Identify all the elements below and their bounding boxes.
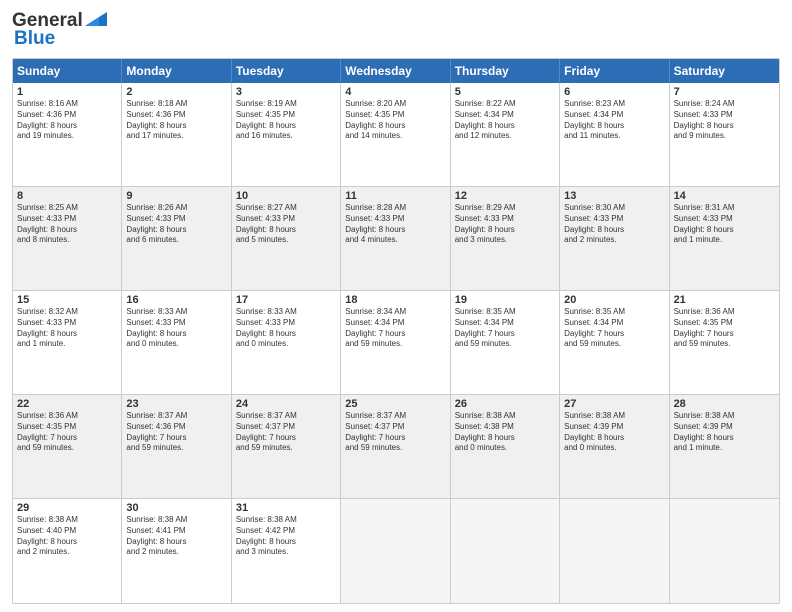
calendar-cell: 31Sunrise: 8:38 AMSunset: 4:42 PMDayligh… — [232, 499, 341, 603]
calendar-cell — [670, 499, 779, 603]
header-day-tuesday: Tuesday — [232, 59, 341, 83]
calendar-cell: 24Sunrise: 8:37 AMSunset: 4:37 PMDayligh… — [232, 395, 341, 498]
calendar-week-2: 8Sunrise: 8:25 AMSunset: 4:33 PMDaylight… — [13, 187, 779, 291]
calendar-cell — [560, 499, 669, 603]
calendar-cell: 5Sunrise: 8:22 AMSunset: 4:34 PMDaylight… — [451, 83, 560, 186]
calendar-cell: 2Sunrise: 8:18 AMSunset: 4:36 PMDaylight… — [122, 83, 231, 186]
header-day-thursday: Thursday — [451, 59, 560, 83]
calendar-cell — [341, 499, 450, 603]
calendar-cell: 21Sunrise: 8:36 AMSunset: 4:35 PMDayligh… — [670, 291, 779, 394]
header-day-monday: Monday — [122, 59, 231, 83]
calendar-cell: 7Sunrise: 8:24 AMSunset: 4:33 PMDaylight… — [670, 83, 779, 186]
calendar-cell: 15Sunrise: 8:32 AMSunset: 4:33 PMDayligh… — [13, 291, 122, 394]
header-day-sunday: Sunday — [13, 59, 122, 83]
calendar-cell: 26Sunrise: 8:38 AMSunset: 4:38 PMDayligh… — [451, 395, 560, 498]
calendar-cell: 27Sunrise: 8:38 AMSunset: 4:39 PMDayligh… — [560, 395, 669, 498]
calendar-cell: 14Sunrise: 8:31 AMSunset: 4:33 PMDayligh… — [670, 187, 779, 290]
logo: General Blue — [12, 10, 107, 50]
calendar-cell: 8Sunrise: 8:25 AMSunset: 4:33 PMDaylight… — [13, 187, 122, 290]
calendar-body: 1Sunrise: 8:16 AMSunset: 4:36 PMDaylight… — [13, 83, 779, 603]
calendar-cell: 9Sunrise: 8:26 AMSunset: 4:33 PMDaylight… — [122, 187, 231, 290]
header: General Blue — [12, 10, 780, 50]
calendar-cell: 4Sunrise: 8:20 AMSunset: 4:35 PMDaylight… — [341, 83, 450, 186]
calendar-week-3: 15Sunrise: 8:32 AMSunset: 4:33 PMDayligh… — [13, 291, 779, 395]
calendar-cell: 30Sunrise: 8:38 AMSunset: 4:41 PMDayligh… — [122, 499, 231, 603]
calendar-cell: 10Sunrise: 8:27 AMSunset: 4:33 PMDayligh… — [232, 187, 341, 290]
calendar-cell — [451, 499, 560, 603]
calendar-cell: 13Sunrise: 8:30 AMSunset: 4:33 PMDayligh… — [560, 187, 669, 290]
calendar-cell: 19Sunrise: 8:35 AMSunset: 4:34 PMDayligh… — [451, 291, 560, 394]
calendar: SundayMondayTuesdayWednesdayThursdayFrid… — [12, 58, 780, 604]
calendar-cell: 22Sunrise: 8:36 AMSunset: 4:35 PMDayligh… — [13, 395, 122, 498]
calendar-cell: 20Sunrise: 8:35 AMSunset: 4:34 PMDayligh… — [560, 291, 669, 394]
calendar-header: SundayMondayTuesdayWednesdayThursdayFrid… — [13, 59, 779, 83]
calendar-week-1: 1Sunrise: 8:16 AMSunset: 4:36 PMDaylight… — [13, 83, 779, 187]
header-day-saturday: Saturday — [670, 59, 779, 83]
logo-blue: Blue — [14, 28, 55, 50]
calendar-cell: 29Sunrise: 8:38 AMSunset: 4:40 PMDayligh… — [13, 499, 122, 603]
calendar-cell: 23Sunrise: 8:37 AMSunset: 4:36 PMDayligh… — [122, 395, 231, 498]
logo-bird-icon — [85, 12, 107, 26]
calendar-cell: 16Sunrise: 8:33 AMSunset: 4:33 PMDayligh… — [122, 291, 231, 394]
calendar-cell: 6Sunrise: 8:23 AMSunset: 4:34 PMDaylight… — [560, 83, 669, 186]
calendar-cell: 11Sunrise: 8:28 AMSunset: 4:33 PMDayligh… — [341, 187, 450, 290]
calendar-cell: 12Sunrise: 8:29 AMSunset: 4:33 PMDayligh… — [451, 187, 560, 290]
calendar-week-4: 22Sunrise: 8:36 AMSunset: 4:35 PMDayligh… — [13, 395, 779, 499]
page-container: General Blue SundayMondayTuesdayWednesda… — [0, 0, 792, 612]
calendar-cell: 1Sunrise: 8:16 AMSunset: 4:36 PMDaylight… — [13, 83, 122, 186]
calendar-cell: 28Sunrise: 8:38 AMSunset: 4:39 PMDayligh… — [670, 395, 779, 498]
calendar-cell: 25Sunrise: 8:37 AMSunset: 4:37 PMDayligh… — [341, 395, 450, 498]
calendar-cell: 3Sunrise: 8:19 AMSunset: 4:35 PMDaylight… — [232, 83, 341, 186]
calendar-cell: 18Sunrise: 8:34 AMSunset: 4:34 PMDayligh… — [341, 291, 450, 394]
header-day-friday: Friday — [560, 59, 669, 83]
calendar-week-5: 29Sunrise: 8:38 AMSunset: 4:40 PMDayligh… — [13, 499, 779, 603]
header-day-wednesday: Wednesday — [341, 59, 450, 83]
calendar-cell: 17Sunrise: 8:33 AMSunset: 4:33 PMDayligh… — [232, 291, 341, 394]
